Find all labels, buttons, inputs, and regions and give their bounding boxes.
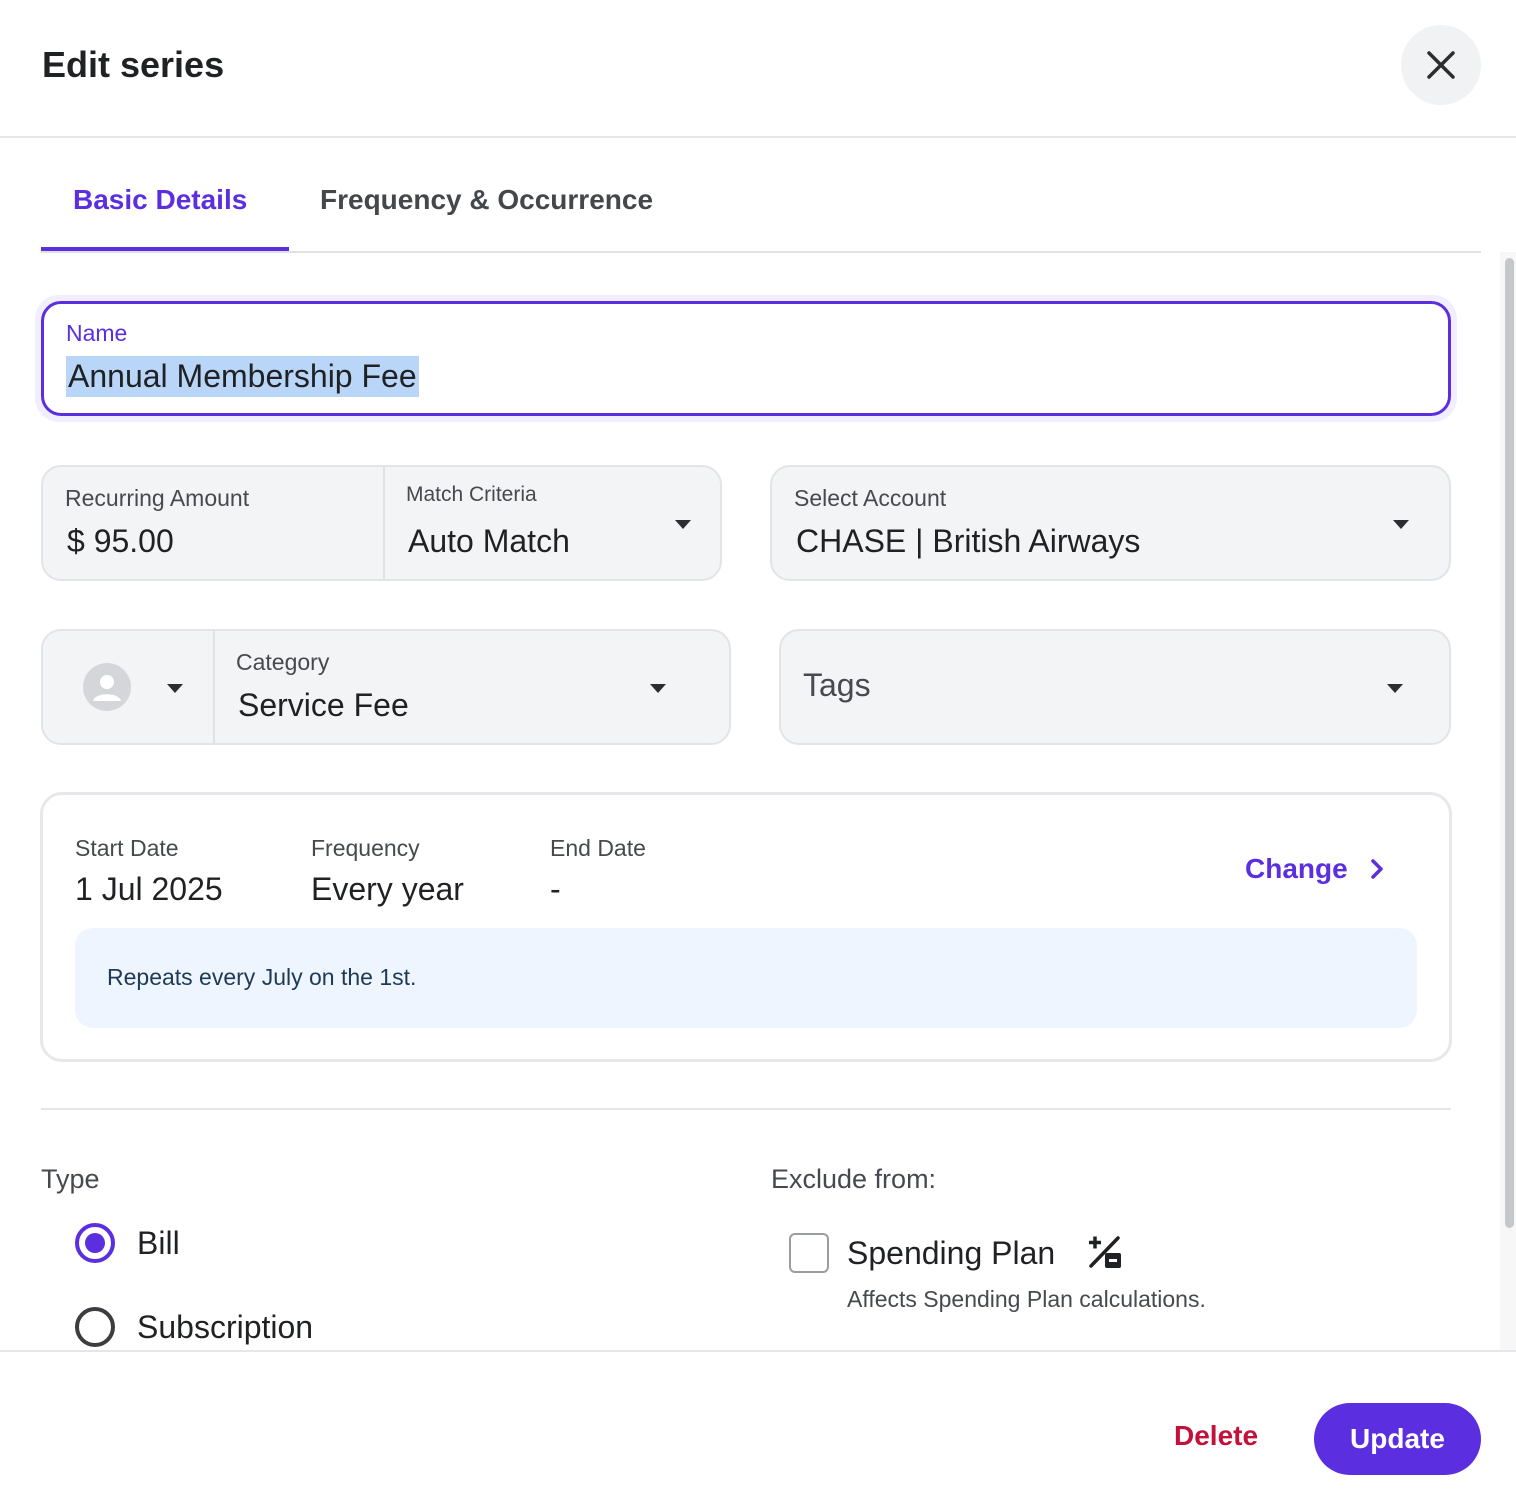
category-value: Service Fee: [238, 687, 409, 723]
chevron-down-icon: [167, 684, 183, 693]
user-avatar-icon: [83, 663, 131, 711]
exclude-spending-plan-description: Affects Spending Plan calculations.: [847, 1286, 1206, 1312]
type-bill-label[interactable]: Bill: [137, 1225, 180, 1262]
start-date-value: 1 Jul 2025: [75, 871, 223, 907]
dialog-header: Edit series: [0, 0, 1516, 138]
dialog-footer: Delete Update: [0, 1350, 1516, 1512]
tab-basic-details[interactable]: Basic Details: [73, 184, 247, 216]
account-value: CHASE | British Airways: [796, 523, 1141, 559]
change-label: Change: [1245, 853, 1348, 884]
close-icon: [1427, 51, 1455, 79]
close-button[interactable]: [1401, 25, 1481, 105]
tab-bar: Basic Details Frequency & Occurrence: [41, 170, 1481, 253]
repeat-summary: Repeats every July on the 1st.: [75, 928, 1417, 1028]
chevron-down-icon: [650, 684, 666, 693]
account-select[interactable]: Select Account CHASE | British Airways: [770, 465, 1451, 581]
match-criteria-label: Match Criteria: [406, 483, 537, 506]
amount-match-group: Recurring Amount $ 95.00 Match Criteria …: [41, 465, 722, 581]
category-select[interactable]: Category Service Fee: [215, 631, 729, 743]
type-bill-radio[interactable]: [75, 1223, 115, 1263]
end-date-value: -: [550, 871, 561, 907]
start-date-label: Start Date: [75, 835, 179, 861]
type-subscription-label[interactable]: Subscription: [137, 1309, 313, 1346]
chevron-down-icon: [675, 520, 691, 529]
match-criteria-value: Auto Match: [408, 523, 570, 559]
end-date-label: End Date: [550, 835, 646, 861]
frequency-label: Frequency: [311, 835, 420, 861]
frequency-value: Every year: [311, 871, 464, 907]
update-button[interactable]: Update: [1314, 1403, 1481, 1475]
exclude-spending-plan-checkbox[interactable]: [789, 1233, 829, 1273]
schedule-card: Start Date 1 Jul 2025 Frequency Every ye…: [40, 792, 1452, 1062]
plus-minus-icon: [1089, 1236, 1121, 1268]
section-divider: [41, 1108, 1451, 1110]
repeat-summary-text: Repeats every July on the 1st.: [107, 964, 417, 990]
type-subscription-radio[interactable]: [75, 1307, 115, 1347]
name-input[interactable]: Annual Membership Fee: [66, 356, 419, 397]
tags-placeholder: Tags: [803, 667, 871, 703]
recurring-amount-field[interactable]: Recurring Amount $ 95.00: [43, 467, 383, 579]
dialog-title: Edit series: [42, 44, 225, 85]
account-label: Select Account: [794, 485, 947, 511]
match-criteria-select[interactable]: Match Criteria Auto Match: [385, 467, 720, 579]
recurring-amount-value: $ 95.00: [67, 523, 174, 559]
change-schedule-link[interactable]: Change: [1245, 853, 1384, 885]
category-label: Category: [236, 649, 330, 675]
category-group: Category Service Fee: [41, 629, 731, 745]
chevron-down-icon: [1393, 520, 1409, 529]
exclude-spending-plan-label[interactable]: Spending Plan: [847, 1235, 1055, 1272]
scrollbar-thumb[interactable]: [1505, 258, 1514, 1228]
active-tab-indicator: [41, 247, 289, 251]
tags-select[interactable]: Tags: [779, 629, 1451, 745]
tab-frequency-occurrence[interactable]: Frequency & Occurrence: [320, 184, 653, 216]
name-label: Name: [66, 320, 128, 346]
delete-button[interactable]: Delete: [1174, 1420, 1258, 1452]
chevron-right-icon: [1370, 859, 1383, 879]
recurring-amount-label: Recurring Amount: [65, 485, 250, 511]
category-icon-picker[interactable]: [43, 631, 213, 743]
type-label: Type: [41, 1164, 100, 1194]
chevron-down-icon: [1387, 684, 1403, 693]
name-field[interactable]: Name Annual Membership Fee: [35, 295, 1457, 422]
exclude-label: Exclude from:: [771, 1164, 937, 1194]
